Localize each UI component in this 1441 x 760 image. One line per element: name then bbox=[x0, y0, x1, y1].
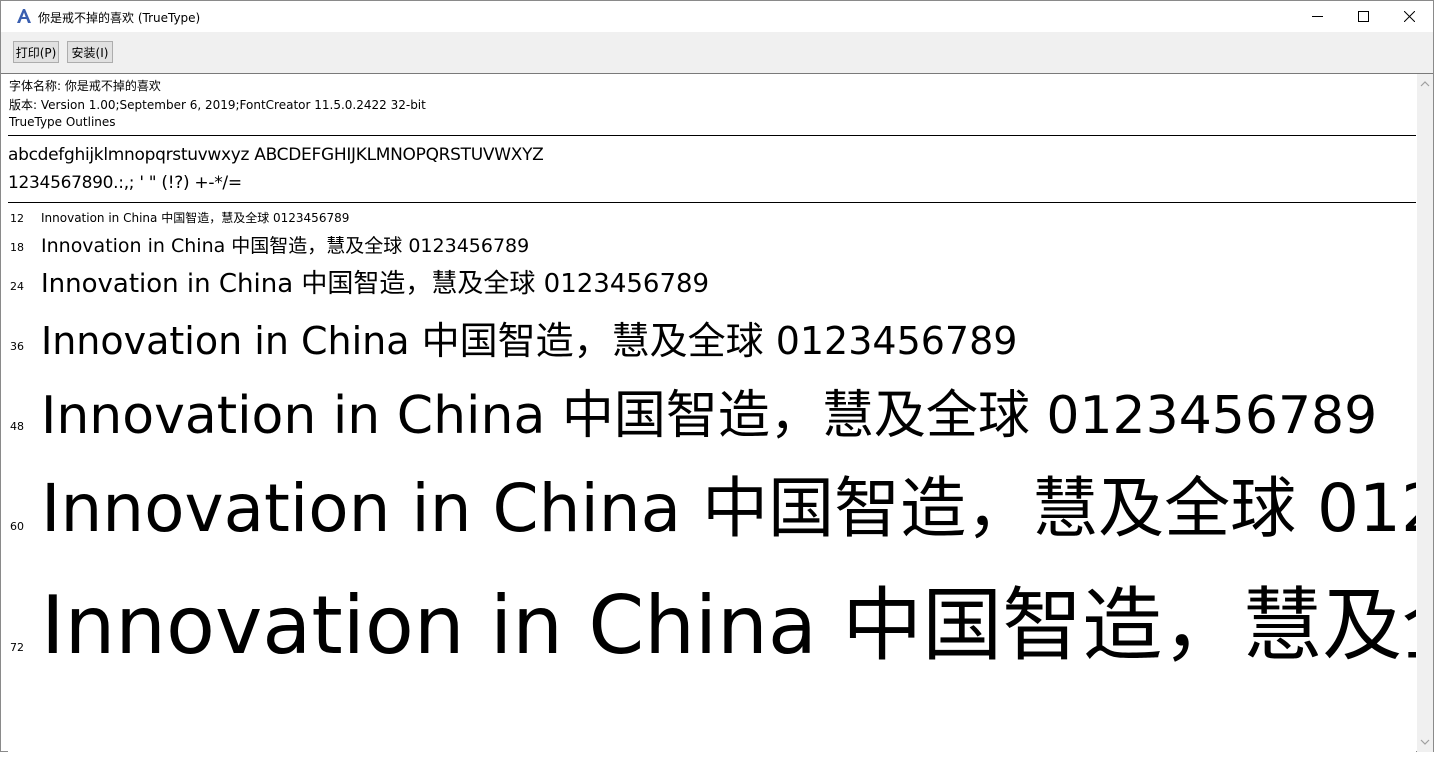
divider bbox=[8, 135, 1416, 136]
sample-text: Innovation in China 中国智造，慧及全球 0123456789 bbox=[41, 235, 530, 257]
charset-digits: 1234567890.:,; ' " (!?) +-*/= bbox=[8, 173, 242, 193]
sample-size-label: 36 bbox=[10, 340, 24, 353]
install-button[interactable]: 安装(I) bbox=[67, 41, 113, 63]
charset-letters: abcdefghijklmnopqrstuvwxyz ABCDEFGHIJKLM… bbox=[8, 145, 544, 165]
toolbar: 打印(P) 安装(I) bbox=[1, 32, 1433, 74]
sample-text: Innovation in China 中国智造，慧及全球 0123456789 bbox=[41, 386, 1378, 446]
sample-size-label: 72 bbox=[10, 641, 24, 654]
sample-text: Innovation in China 中国智造，慧及全球 0123456789 bbox=[41, 211, 350, 225]
sample-text: Innovation in China 中国智造，慧及全球 0123456789 bbox=[41, 579, 1416, 672]
sample-size-label: 12 bbox=[10, 212, 24, 225]
minimize-button[interactable] bbox=[1294, 1, 1340, 32]
scroll-up-icon[interactable] bbox=[1417, 76, 1433, 92]
close-icon bbox=[1403, 11, 1415, 22]
font-icon bbox=[15, 7, 33, 25]
font-name-label: 字体名称: 你是戒不掉的喜欢 bbox=[9, 79, 161, 93]
vertical-scrollbar[interactable] bbox=[1417, 74, 1433, 752]
maximize-icon bbox=[1357, 11, 1369, 22]
background-strip bbox=[0, 752, 1441, 760]
sample-size-label: 60 bbox=[10, 520, 24, 533]
window-title: 你是戒不掉的喜欢 (TrueType) bbox=[38, 11, 201, 25]
font-viewer-window: 你是戒不掉的喜欢 (TrueType) 打印(P) 安装(I) 字体名称: 你是… bbox=[0, 0, 1434, 752]
sample-text: Innovation in China 中国智造，慧及全球 0123456789 bbox=[41, 319, 1018, 363]
minimize-icon bbox=[1311, 16, 1323, 17]
print-button[interactable]: 打印(P) bbox=[13, 41, 59, 63]
divider bbox=[8, 202, 1416, 203]
sample-text: Innovation in China 中国智造，慧及全球 0123456789 bbox=[41, 470, 1416, 547]
maximize-button[interactable] bbox=[1340, 1, 1386, 32]
scroll-down-icon[interactable] bbox=[1417, 734, 1433, 750]
title-bar[interactable]: 你是戒不掉的喜欢 (TrueType) bbox=[1, 1, 1433, 32]
font-version-label: 版本: Version 1.00;September 6, 2019;FontC… bbox=[9, 98, 426, 112]
sample-size-label: 18 bbox=[10, 241, 24, 254]
sample-text: Innovation in China 中国智造，慧及全球 0123456789 bbox=[41, 269, 710, 299]
font-outline-label: TrueType Outlines bbox=[9, 115, 116, 129]
sample-size-label: 48 bbox=[10, 420, 24, 433]
font-preview-area: 字体名称: 你是戒不掉的喜欢 版本: Version 1.00;Septembe… bbox=[8, 74, 1416, 752]
close-button[interactable] bbox=[1386, 1, 1432, 32]
sample-size-label: 24 bbox=[10, 280, 24, 293]
